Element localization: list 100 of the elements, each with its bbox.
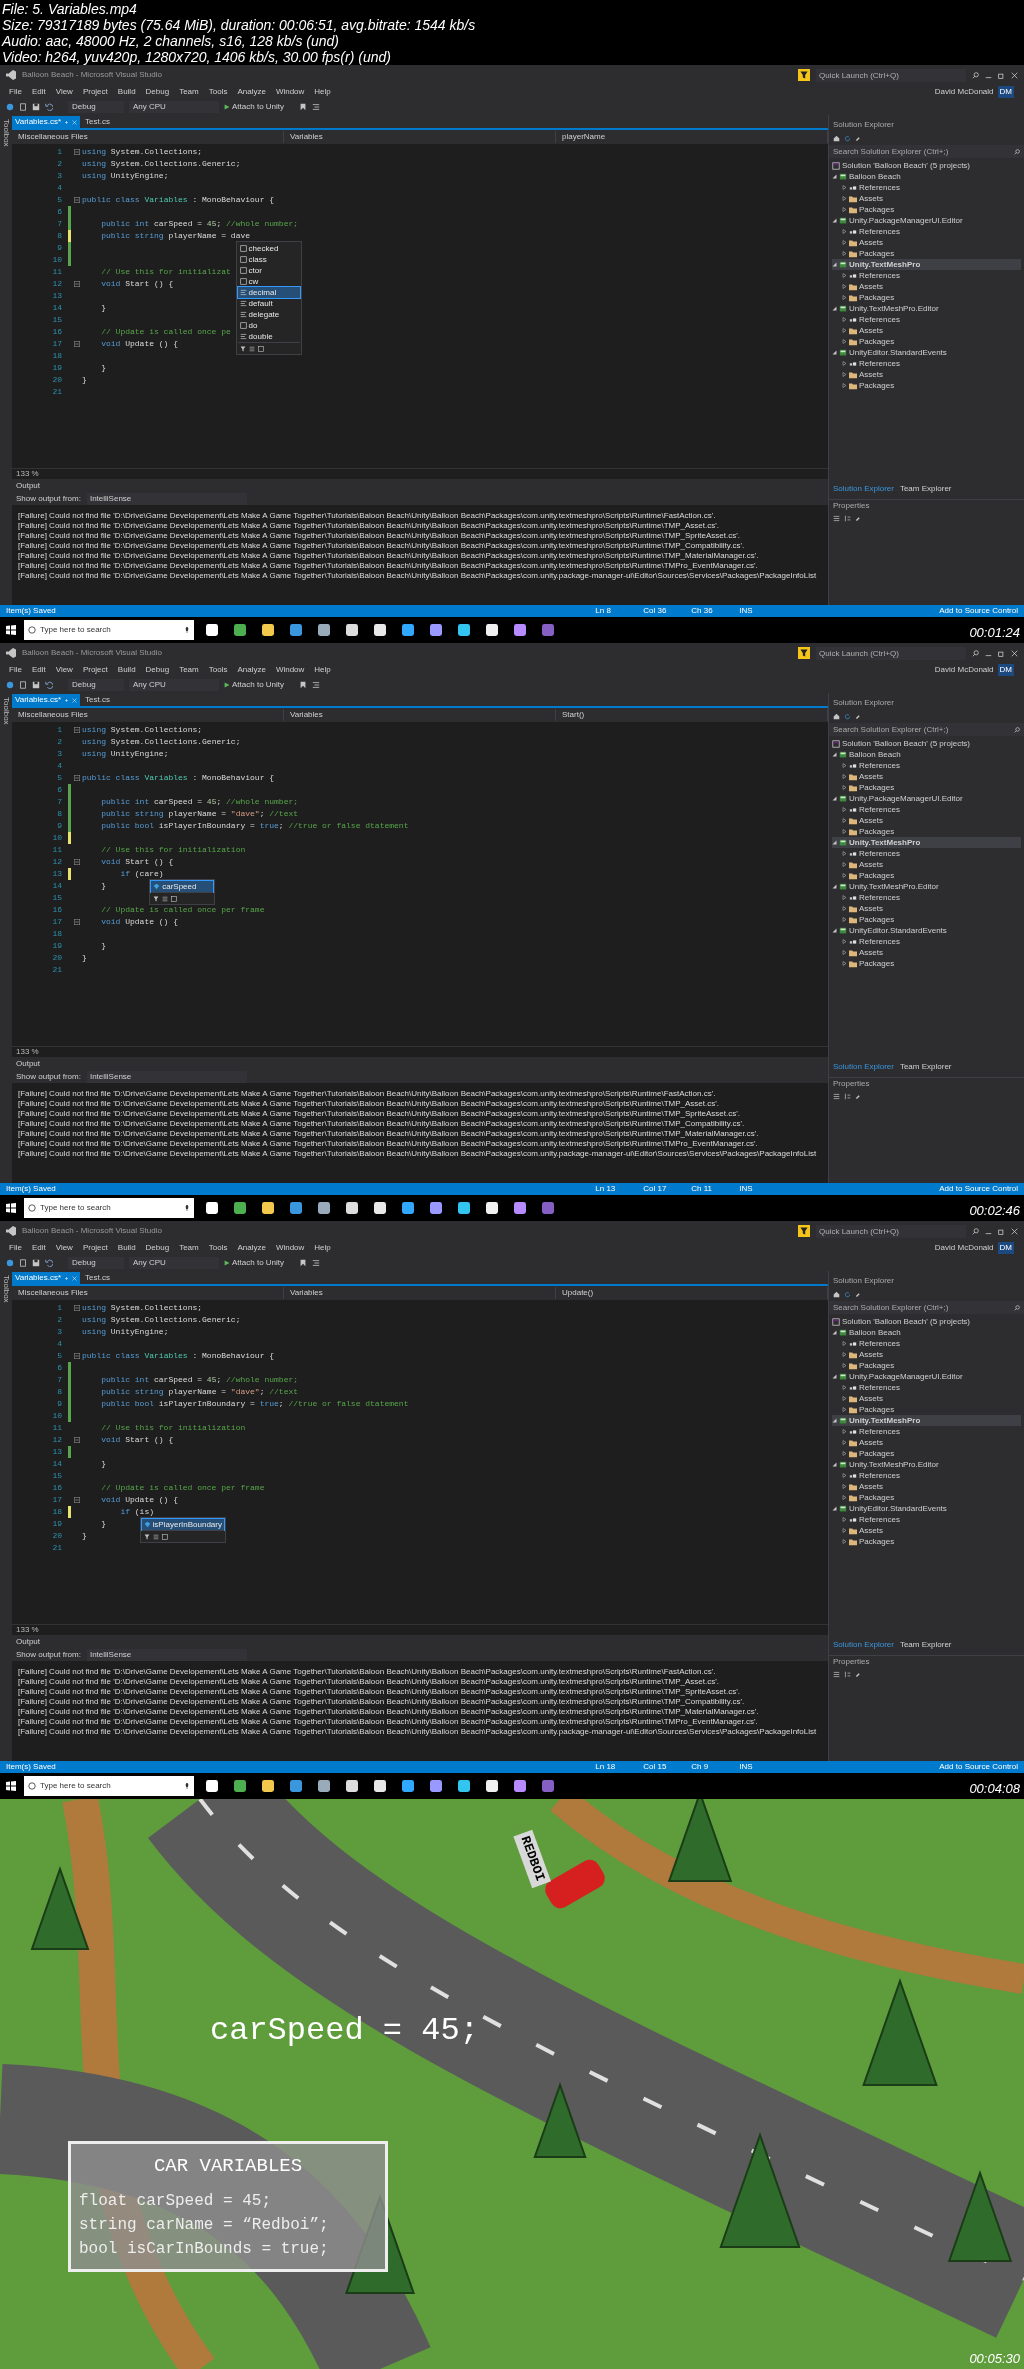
navigation-dropdown[interactable]: playerName xyxy=(556,131,828,143)
collapsed-arrow-icon[interactable] xyxy=(842,851,847,856)
collapsed-arrow-icon[interactable] xyxy=(842,1363,847,1368)
panel-tab[interactable]: Team Explorer xyxy=(899,483,952,495)
tree-item[interactable]: Unity.TextMeshPro.Editor xyxy=(832,1459,1021,1470)
collapsed-arrow-icon[interactable] xyxy=(842,1517,847,1522)
collapsed-arrow-icon[interactable] xyxy=(842,906,847,911)
collapsed-arrow-icon[interactable] xyxy=(842,1473,847,1478)
tree-item[interactable]: Unity.PackageManagerUI.Editor xyxy=(832,215,1021,226)
expanded-arrow-icon[interactable] xyxy=(832,1506,837,1511)
wrench-icon[interactable] xyxy=(855,1670,862,1678)
expanded-arrow-icon[interactable] xyxy=(832,174,837,179)
expanded-arrow-icon[interactable] xyxy=(832,752,837,757)
search-icon[interactable] xyxy=(972,1227,979,1235)
expanded-arrow-icon[interactable] xyxy=(832,796,837,801)
navigation-dropdown[interactable]: Miscellaneous Files xyxy=(12,709,284,721)
close-icon[interactable] xyxy=(1011,649,1018,657)
menu-item[interactable]: Build xyxy=(112,1242,141,1254)
collapsed-arrow-icon[interactable] xyxy=(842,207,847,212)
save-icon[interactable] xyxy=(32,103,40,111)
completion-item[interactable]: default xyxy=(237,298,300,309)
menu-item[interactable]: Help xyxy=(309,86,336,98)
search-icon[interactable] xyxy=(972,649,979,657)
collapsed-arrow-icon[interactable] xyxy=(842,1440,847,1445)
attach-button[interactable]: Attach to Unity xyxy=(224,101,285,113)
menu-item[interactable]: Analyze xyxy=(232,86,271,98)
menu-item[interactable]: Team xyxy=(174,1242,204,1254)
menu-item[interactable]: Debug xyxy=(140,664,175,676)
sort-icon[interactable] xyxy=(844,1670,851,1678)
menu-item[interactable]: Tools xyxy=(203,664,233,676)
source-control-button[interactable]: Add to Source Control xyxy=(939,1761,1018,1773)
completion-item[interactable]: double xyxy=(237,331,300,342)
menu-item[interactable]: Project xyxy=(77,664,113,676)
app-icon[interactable] xyxy=(402,1780,414,1792)
app-icon[interactable] xyxy=(318,624,330,636)
collapsed-arrow-icon[interactable] xyxy=(842,372,847,377)
output-source-dropdown[interactable]: IntelliSense xyxy=(86,1648,247,1661)
collapsed-arrow-icon[interactable] xyxy=(842,251,847,256)
wrench-icon[interactable] xyxy=(855,134,862,142)
app-icon[interactable] xyxy=(206,1780,218,1792)
output-source-dropdown[interactable]: IntelliSense xyxy=(86,492,247,505)
app-icon[interactable] xyxy=(290,1780,302,1792)
panel-tab[interactable]: Solution Explorer xyxy=(833,1639,894,1651)
app-icon[interactable] xyxy=(458,1202,470,1214)
collapsed-arrow-icon[interactable] xyxy=(842,950,847,955)
tree-item[interactable]: Packages xyxy=(842,1360,1021,1371)
search-icon[interactable] xyxy=(1014,1304,1020,1311)
collapsed-arrow-icon[interactable] xyxy=(842,383,847,388)
search-icon[interactable] xyxy=(972,71,979,79)
taskbar-search-field[interactable]: Type here to search xyxy=(24,1776,194,1796)
wrench-icon[interactable] xyxy=(855,712,862,720)
attach-button[interactable]: Attach to Unity xyxy=(224,679,285,691)
user-initials[interactable]: DM xyxy=(997,86,1014,98)
collapsed-arrow-icon[interactable] xyxy=(842,785,847,790)
app-icon[interactable] xyxy=(374,624,386,636)
attach-button[interactable]: Attach to Unity xyxy=(224,1257,285,1269)
expanded-arrow-icon[interactable] xyxy=(832,884,837,889)
tree-item[interactable]: References xyxy=(842,270,1021,281)
collapsed-arrow-icon[interactable] xyxy=(842,895,847,900)
document-tab[interactable]: Variables.cs* xyxy=(12,1272,81,1284)
navigation-dropdown[interactable]: Update() xyxy=(556,1287,828,1299)
menu-item[interactable]: Window xyxy=(270,86,310,98)
tree-item[interactable]: Packages xyxy=(842,1448,1021,1459)
tree-item[interactable]: Assets xyxy=(842,325,1021,336)
collapse-icon[interactable] xyxy=(74,149,80,155)
wrench-icon[interactable] xyxy=(855,1290,862,1298)
sort-icon[interactable] xyxy=(844,1092,851,1100)
menu-item[interactable]: View xyxy=(50,86,78,98)
tree-item[interactable]: Packages xyxy=(842,958,1021,969)
close-icon[interactable] xyxy=(1011,1227,1018,1235)
collapsed-arrow-icon[interactable] xyxy=(842,339,847,344)
categories-icon[interactable] xyxy=(833,1092,840,1100)
toolbox-tab[interactable]: Toolbox xyxy=(0,697,12,1183)
tree-item[interactable]: Unity.TextMeshPro.Editor xyxy=(832,303,1021,314)
restore-icon[interactable] xyxy=(998,71,1005,79)
tree-item[interactable]: Assets xyxy=(842,771,1021,782)
zoom-level[interactable]: 133 % xyxy=(12,1046,43,1058)
document-tab[interactable]: Variables.cs* xyxy=(12,694,81,706)
restore-icon[interactable] xyxy=(998,1227,1005,1235)
app-icon[interactable] xyxy=(346,1780,358,1792)
undo-icon[interactable] xyxy=(45,1259,53,1267)
tree-item[interactable]: Packages xyxy=(842,870,1021,881)
collapsed-arrow-icon[interactable] xyxy=(842,862,847,867)
user-initials[interactable]: DM xyxy=(997,1242,1014,1254)
collapsed-arrow-icon[interactable] xyxy=(842,1451,847,1456)
tree-item[interactable]: Assets xyxy=(842,1481,1021,1492)
completion-item[interactable]: ctor xyxy=(237,265,300,276)
navigation-dropdown[interactable]: Variables xyxy=(284,1287,556,1299)
tree-item[interactable]: Packages xyxy=(842,380,1021,391)
new-file-icon[interactable] xyxy=(19,1259,27,1267)
tree-item[interactable]: Assets xyxy=(842,237,1021,248)
menu-item[interactable]: Edit xyxy=(26,86,51,98)
collapsed-arrow-icon[interactable] xyxy=(842,1396,847,1401)
menu-item[interactable]: File xyxy=(4,664,27,676)
bookmark-icon[interactable] xyxy=(299,103,308,111)
platform-dropdown[interactable]: Any CPU xyxy=(129,679,219,691)
collapse-icon[interactable] xyxy=(74,775,80,781)
collapse-icon[interactable] xyxy=(74,1437,80,1443)
collapsed-arrow-icon[interactable] xyxy=(842,328,847,333)
app-icon[interactable] xyxy=(346,624,358,636)
